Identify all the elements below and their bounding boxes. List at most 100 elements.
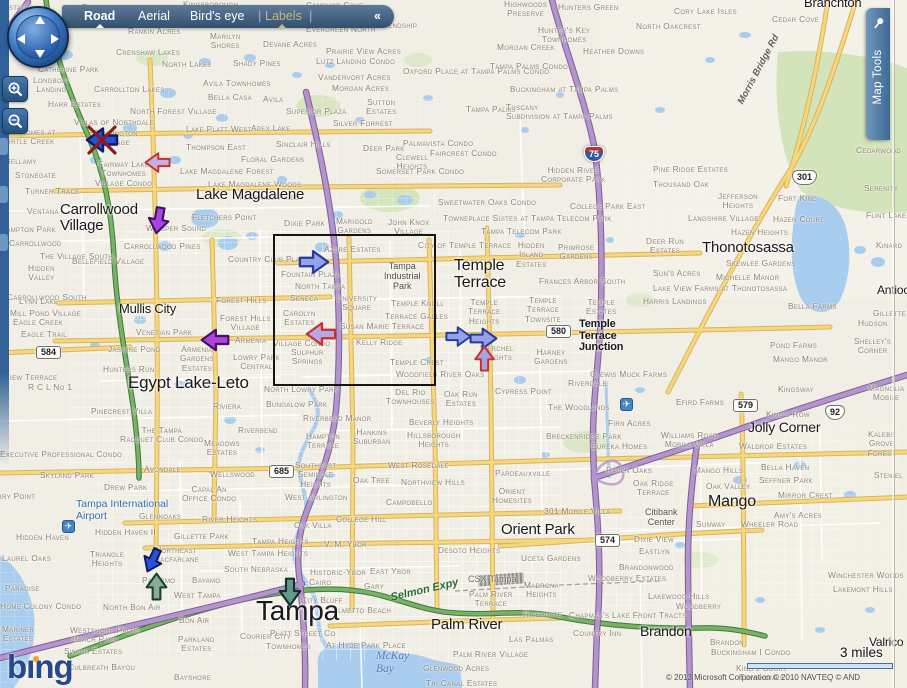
- area-label: Longboat Landing: [33, 75, 70, 95]
- area-label: Temple Estates: [586, 297, 617, 317]
- area-label: Cedar Cove: [772, 14, 820, 24]
- arrow-marker[interactable]: [143, 148, 172, 182]
- area-label: North Lakes: [162, 59, 212, 69]
- area-label: Somerset Park Condo: [376, 166, 465, 176]
- arrow-marker[interactable]: [143, 205, 174, 241]
- area-label: Palm River Terrace: [469, 589, 513, 609]
- arrow-marker[interactable]: [84, 122, 120, 163]
- collapse-toolbar-button[interactable]: «: [374, 9, 381, 23]
- area-label: Oak Run Estates: [444, 389, 478, 409]
- poi-label: CSX-Tampa: [468, 574, 517, 584]
- compass-control[interactable]: [7, 6, 69, 68]
- area-label: Chapman's Lake Front Tracts: [569, 610, 687, 620]
- pan-left-arrow[interactable]: [17, 34, 25, 44]
- map-style-toolbar: Road Aerial Bird's eye | Labels | «: [62, 5, 394, 28]
- area-label: Kingsway: [778, 384, 815, 394]
- area-label: Oak Villa: [294, 520, 332, 530]
- area-label: Glenwood Acres: [423, 663, 490, 673]
- area-label: Campobello: [386, 497, 433, 507]
- area-label: Cherry Point: [0, 491, 36, 501]
- us-route-shield: 301: [792, 170, 818, 185]
- area-label: Seffner Park: [759, 475, 813, 485]
- pan-down-arrow[interactable]: [35, 50, 45, 58]
- area-label: Triangle Heights: [90, 549, 125, 569]
- arrow-marker[interactable]: [199, 324, 231, 361]
- area-label: Oak Ridge Terrace: [633, 478, 674, 498]
- area-label: Vandervort Acres: [318, 72, 391, 82]
- area-label: Cypress Point: [495, 386, 553, 396]
- area-label: Crenshaw Lakes: [116, 47, 181, 57]
- area-label: West Rosedale: [388, 460, 449, 470]
- arrow-marker[interactable]: [274, 576, 306, 613]
- tab-road[interactable]: Road: [84, 9, 115, 23]
- area-label: Buckingham at Tampa Palms: [510, 84, 619, 94]
- tab-labels[interactable]: Labels: [265, 9, 302, 23]
- poi-label: Citibank Center: [645, 507, 678, 527]
- area-label: Efird Farms: [676, 397, 725, 407]
- city-label: Temple Terrace: [454, 257, 506, 291]
- area-label: Jasmine Pond: [108, 344, 161, 354]
- pan-right-arrow[interactable]: [51, 34, 59, 44]
- tab-aerial[interactable]: Aerial: [138, 9, 170, 23]
- bing-logo[interactable]: bıng: [7, 648, 74, 686]
- area-label: Eureka Homes: [591, 441, 648, 451]
- area-label: West Tampa Heights: [228, 548, 309, 558]
- area-label: Carrollton Lakes: [94, 84, 165, 94]
- area-label: Hidden Haven: [16, 532, 70, 542]
- area-label: Uceta Gardens: [521, 553, 581, 563]
- area-label: Silver Forrest: [333, 118, 393, 128]
- tab-birds-eye[interactable]: Bird's eye: [190, 9, 245, 23]
- area-label: Pond Farms: [770, 340, 818, 350]
- area-label: Hidden River Corporate Park: [541, 165, 606, 185]
- area-label: Desoto Heights: [438, 545, 501, 555]
- state-route-shield: 685: [269, 465, 295, 478]
- area-label: Eagle Creek: [13, 317, 64, 327]
- area-label: Eastlyn: [639, 546, 670, 556]
- area-label: Bayshore: [174, 672, 212, 682]
- left-panel-notch[interactable]: [0, 234, 8, 251]
- city-label: Carrollwood Village: [60, 201, 138, 234]
- area-label: Williams Road Mobile Villa: [661, 430, 718, 450]
- area-label: Palmavista Condo: [403, 138, 474, 148]
- area-label: Venetian Park: [136, 327, 193, 337]
- area-label: The Tampa Racquet Club Condo: [120, 425, 204, 445]
- area-label: Las Palmas: [509, 634, 554, 644]
- city-label: Lake Magdalene: [196, 186, 305, 203]
- water-label: McKay Bay: [376, 650, 410, 676]
- scale-label: 3 miles: [840, 645, 883, 660]
- bing-maps-app: EstatesReflectionsKingsborough GardensCa…: [0, 0, 907, 688]
- area-label: Heather Downs: [583, 46, 645, 56]
- area-label: Sweetwater Oaks Condo: [438, 197, 537, 207]
- area-label: Drew Park: [104, 482, 148, 492]
- city-label: Branchton: [804, 0, 862, 10]
- area-label: Wellswood: [210, 469, 255, 479]
- area-label: Lake Platt West: [186, 124, 252, 134]
- area-label: Tampa Telecom Park: [481, 226, 562, 236]
- left-panel-notch[interactable]: [0, 186, 8, 203]
- area-label: Floral Gardens: [241, 154, 305, 164]
- map-label-layer: EstatesReflectionsKingsborough GardensCa…: [0, 0, 907, 688]
- area-label: Skewlee Gardens: [726, 258, 796, 268]
- area-label: Fort King: [778, 193, 818, 203]
- toolbar-divider: |: [258, 8, 262, 23]
- arrow-marker[interactable]: [470, 344, 499, 378]
- area-label: Executive Professional Condo: [0, 449, 123, 459]
- area-label: Apex Lake: [251, 123, 291, 133]
- zoom-out-button[interactable]: [2, 108, 28, 134]
- area-label: Hankins Suburban: [353, 427, 391, 447]
- city-label: Mullis City: [119, 301, 177, 316]
- arrow-marker[interactable]: [141, 571, 172, 607]
- area-label: Kalebs Grove Forest: [867, 429, 896, 458]
- area-label: Pardeauxville: [495, 468, 551, 478]
- area-label: College Hill: [336, 514, 387, 524]
- area-label: Del Rio Townhouses: [386, 387, 435, 407]
- map-tools-tab[interactable]: Map Tools: [866, 8, 890, 140]
- area-label: Hunters Green: [558, 2, 619, 12]
- area-label: Breckenridge Park: [546, 431, 622, 441]
- pan-up-arrow[interactable]: [35, 16, 45, 24]
- area-label: Langshire Village: [688, 213, 759, 223]
- left-panel-notch[interactable]: [0, 138, 8, 155]
- left-panel-strip[interactable]: [0, 0, 9, 466]
- zoom-in-button[interactable]: [2, 76, 28, 102]
- area-label: Lakemont Hills: [833, 584, 893, 594]
